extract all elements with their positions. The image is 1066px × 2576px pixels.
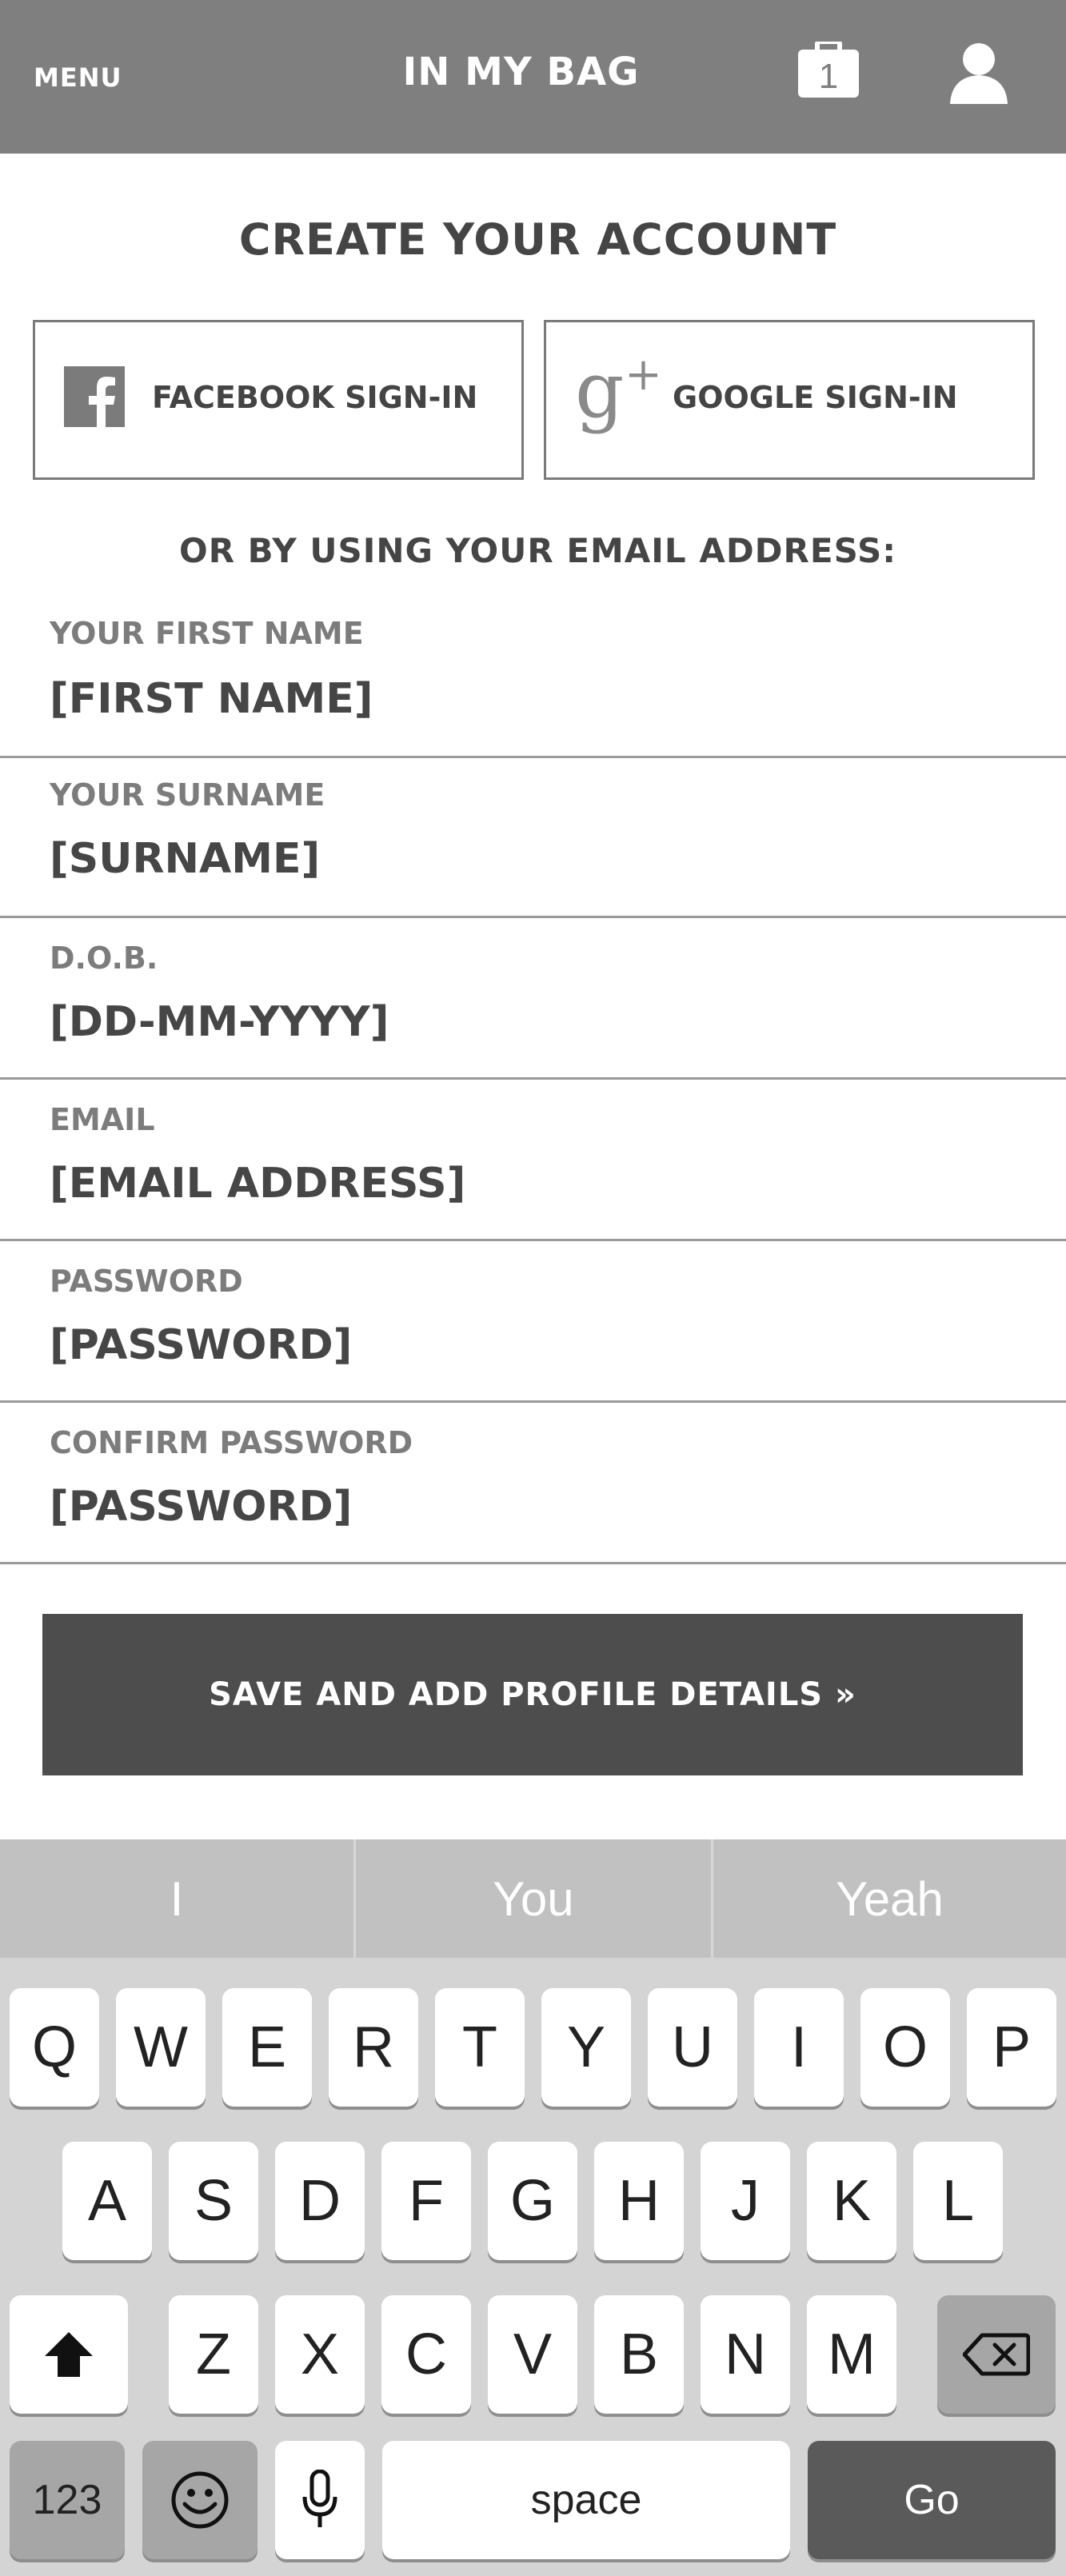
numbers-key[interactable]: 123	[10, 2441, 125, 2559]
key-r[interactable]: R	[329, 1988, 418, 2107]
suggestion-item[interactable]: I	[0, 1839, 353, 1958]
key-u[interactable]: U	[648, 1988, 737, 2107]
key-o[interactable]: O	[860, 1988, 950, 2107]
suggestion-item[interactable]: You	[356, 1839, 711, 1958]
facebook-icon	[64, 366, 125, 427]
key-n[interactable]: N	[701, 2295, 790, 2414]
key-s[interactable]: S	[169, 2142, 258, 2260]
emoji-key[interactable]	[142, 2441, 258, 2559]
email-field[interactable]: EMAIL [EMAIL ADDRESS]	[0, 1081, 1066, 1241]
go-key[interactable]: Go	[808, 2441, 1056, 2559]
emoji-icon	[171, 2471, 229, 2529]
key-t[interactable]: T	[435, 1988, 525, 2107]
key-p[interactable]: P	[967, 1988, 1056, 2107]
dob-field[interactable]: D.O.B. [DD-MM-YYYY]	[0, 920, 1066, 1080]
dictation-key[interactable]	[275, 2441, 365, 2559]
key-j[interactable]: J	[701, 2142, 790, 2260]
password-label: PASSWORD	[50, 1264, 243, 1299]
surname-input[interactable]: [SURNAME]	[50, 835, 320, 883]
surname-label: YOUR SURNAME	[50, 777, 325, 813]
key-h[interactable]: H	[594, 2142, 684, 2260]
first-name-label: YOUR FIRST NAME	[50, 616, 364, 651]
key-q[interactable]: Q	[10, 1988, 99, 2107]
key-z[interactable]: Z	[169, 2295, 258, 2414]
surname-field[interactable]: YOUR SURNAME [SURNAME]	[0, 758, 1066, 918]
shift-key[interactable]	[10, 2295, 128, 2414]
facebook-sign-in-button[interactable]: FACEBOOK SIGN-IN	[33, 320, 524, 480]
email-section-heading: OR BY USING YOUR EMAIL ADDRESS:	[178, 531, 896, 570]
svg-text:+: +	[625, 354, 662, 401]
confirm-password-input[interactable]: [PASSWORD]	[50, 1483, 352, 1531]
shift-icon	[45, 2332, 93, 2377]
key-g[interactable]: G	[488, 2142, 577, 2260]
confirm-password-field[interactable]: CONFIRM PASSWORD [PASSWORD]	[0, 1404, 1066, 1564]
first-name-input[interactable]: [FIRST NAME]	[50, 675, 373, 723]
facebook-sign-in-label: FACEBOOK SIGN-IN	[152, 380, 478, 415]
backspace-icon	[963, 2333, 1030, 2376]
google-plus-icon: g +	[575, 345, 665, 442]
key-f[interactable]: F	[381, 2142, 471, 2260]
google-sign-in-button[interactable]: g + GOOGLE SIGN-IN	[544, 320, 1035, 480]
shopping-bag-icon[interactable]: 1	[798, 39, 859, 98]
backspace-key[interactable]	[937, 2295, 1056, 2414]
key-w[interactable]: W	[116, 1988, 206, 2107]
header-title: IN MY BAG	[402, 50, 640, 94]
page-title: CREATE YOUR ACCOUNT	[238, 214, 837, 265]
key-l[interactable]: L	[913, 2142, 1003, 2260]
key-x[interactable]: X	[275, 2295, 365, 2414]
password-field[interactable]: PASSWORD [PASSWORD]	[0, 1243, 1066, 1403]
key-a[interactable]: A	[62, 2142, 152, 2260]
password-input[interactable]: [PASSWORD]	[50, 1321, 352, 1369]
google-sign-in-label: GOOGLE SIGN-IN	[673, 380, 958, 415]
user-icon[interactable]	[947, 40, 1011, 104]
svg-text:g: g	[575, 354, 624, 435]
confirm-password-label: CONFIRM PASSWORD	[50, 1425, 413, 1460]
key-k[interactable]: K	[807, 2142, 896, 2260]
key-y[interactable]: Y	[541, 1988, 631, 2107]
email-label: EMAIL	[50, 1102, 155, 1137]
email-input[interactable]: [EMAIL ADDRESS]	[50, 1160, 465, 1208]
key-m[interactable]: M	[807, 2295, 896, 2414]
space-key[interactable]: space	[382, 2441, 790, 2559]
key-v[interactable]: V	[488, 2295, 577, 2414]
key-i[interactable]: I	[754, 1988, 844, 2107]
key-e[interactable]: E	[222, 1988, 312, 2107]
first-name-field[interactable]: YOUR FIRST NAME [FIRST NAME]	[0, 598, 1066, 758]
keyboard-suggestion-bar: I You Yeah	[0, 1839, 1066, 1958]
save-and-add-profile-button[interactable]: SAVE AND ADD PROFILE DETAILS »	[42, 1614, 1023, 1775]
microphone-icon	[302, 2470, 337, 2527]
suggestion-item[interactable]: Yeah	[713, 1839, 1066, 1958]
key-b[interactable]: B	[594, 2295, 684, 2414]
dob-label: D.O.B.	[50, 941, 158, 976]
dob-input[interactable]: [DD-MM-YYYY]	[50, 998, 389, 1046]
key-d[interactable]: D	[275, 2142, 365, 2260]
key-c[interactable]: C	[381, 2295, 471, 2414]
bag-count: 1	[819, 57, 838, 96]
